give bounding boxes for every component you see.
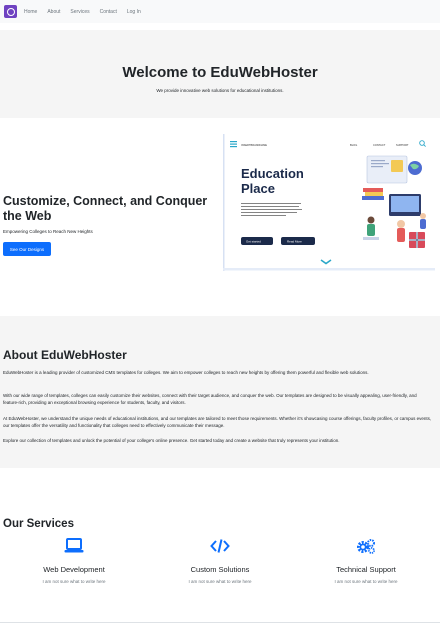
hero-subtitle: We provide innovative web solutions for … bbox=[156, 88, 284, 93]
code-icon bbox=[210, 539, 230, 553]
mock-brand-text: INSERTBRANDNAME bbox=[241, 143, 267, 147]
navbar: Home About Services Contact Log In bbox=[0, 0, 440, 23]
hero-title: Welcome to EduWebHoster bbox=[122, 64, 318, 81]
nav-link-about[interactable]: About bbox=[47, 9, 60, 15]
page: Home About Services Contact Log In Welco… bbox=[0, 0, 440, 629]
services-title: Our Services bbox=[3, 518, 74, 530]
laptop-icon bbox=[64, 538, 84, 553]
see-designs-button[interactable]: See Our Designs bbox=[3, 242, 51, 256]
gears-icon bbox=[357, 539, 375, 554]
about-paragraph: At EduWebHoster, we understand the uniqu… bbox=[3, 416, 432, 429]
service-description: I am not sure what to write here bbox=[42, 579, 106, 584]
mock-nav-contact: CONTACT bbox=[373, 143, 386, 147]
service-card-technical-support: Technical Support I am not sure what to … bbox=[292, 538, 440, 584]
education-illustration: INSERTBRANDNAME BLOG CONTACT SUPPORT Edu… bbox=[223, 134, 435, 271]
feature-subtitle: Empowering Colleges to Reach New Heights bbox=[3, 229, 93, 234]
service-name: Custom Solutions bbox=[190, 565, 250, 574]
nav-link-login[interactable]: Log In bbox=[127, 9, 141, 15]
nav-link-home[interactable]: Home bbox=[24, 9, 37, 15]
menu-icon bbox=[230, 141, 237, 148]
mock-nav-blog: BLOG bbox=[350, 143, 357, 147]
mock-read-more-button: Read More bbox=[287, 240, 302, 244]
nav-links: Home About Services Contact Log In bbox=[24, 9, 151, 15]
service-description: I am not sure what to write here bbox=[188, 579, 252, 584]
service-card-web-development: Web Development I am not sure what to wr… bbox=[0, 538, 148, 584]
nav-link-services[interactable]: Services bbox=[70, 9, 89, 15]
service-name: Web Development bbox=[43, 565, 105, 574]
footer-divider bbox=[0, 622, 440, 623]
about-paragraph: EduWebHoster is a leading provider of cu… bbox=[3, 370, 369, 375]
service-card-custom-solutions: Custom Solutions I am not sure what to w… bbox=[146, 538, 294, 584]
service-name: Technical Support bbox=[336, 565, 396, 574]
mock-get-started-button: Get started bbox=[246, 240, 261, 244]
mock-heading-line1: Education bbox=[241, 166, 304, 181]
feature-title: Customize, Connect, and Conquer the Web bbox=[3, 194, 208, 223]
about-paragraph: Explore our collection of templates and … bbox=[3, 438, 340, 443]
hero-section: Welcome to EduWebHoster We provide innov… bbox=[0, 30, 440, 118]
about-section: About EduWebHoster EduWebHoster is a lea… bbox=[0, 316, 440, 468]
about-title: About EduWebHoster bbox=[3, 348, 127, 362]
nav-link-contact[interactable]: Contact bbox=[100, 9, 117, 15]
brand-logo[interactable] bbox=[4, 5, 17, 18]
about-paragraph: With our wide range of templates, colleg… bbox=[3, 393, 417, 406]
service-description: I am not sure what to write here bbox=[334, 579, 398, 584]
mock-heading-line2: Place bbox=[241, 181, 275, 196]
mock-nav-support: SUPPORT bbox=[396, 143, 409, 147]
